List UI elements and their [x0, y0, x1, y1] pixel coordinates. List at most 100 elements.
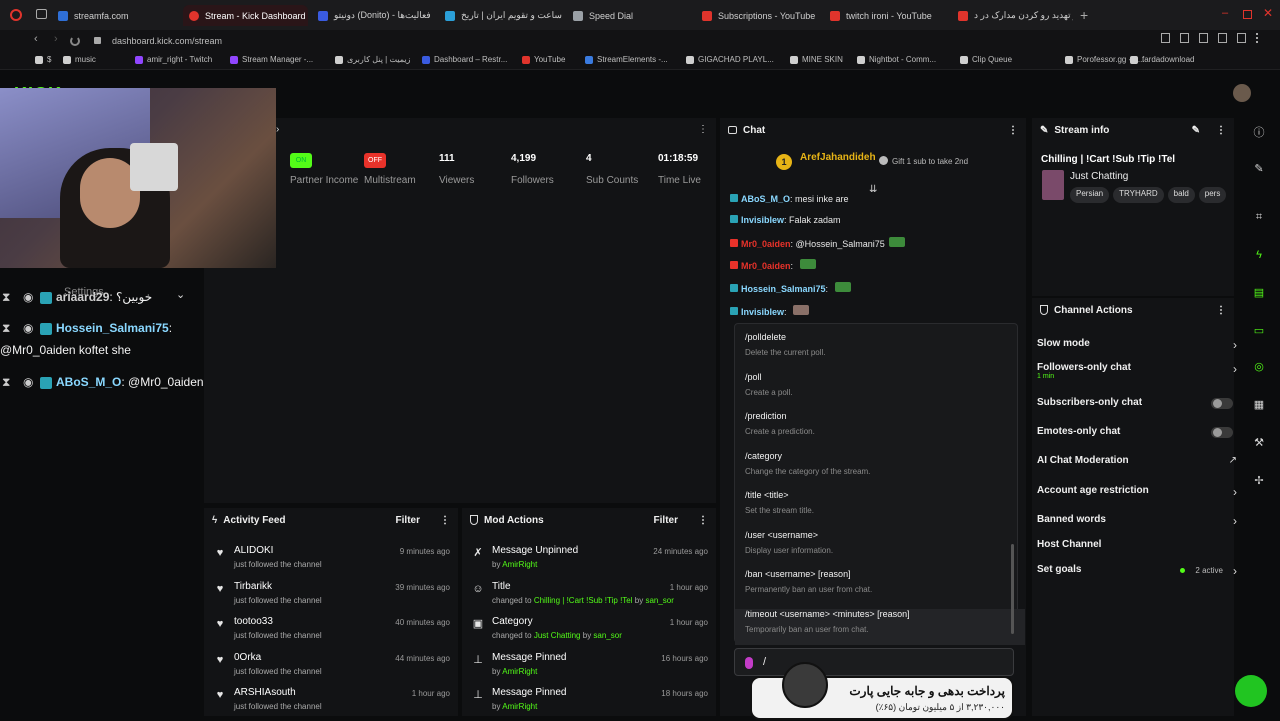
- command-option[interactable]: /polldelete Delete the current poll.: [735, 332, 1025, 368]
- bookmark-item[interactable]: MINE SKIN: [790, 55, 843, 64]
- tab-twitch-ironi[interactable]: twitch ironi - YouTube: [830, 5, 950, 26]
- chat-message[interactable]: Mr0_0aiden:: [730, 259, 816, 271]
- broadcast-icon[interactable]: ◎: [1250, 358, 1268, 376]
- back-icon[interactable]: ‹: [34, 33, 38, 45]
- channel-action-4[interactable]: AI Chat Moderation ↗: [1037, 455, 1237, 475]
- bookmark-item[interactable]: $: [35, 55, 51, 64]
- chevron-right-icon[interactable]: ›: [1233, 564, 1237, 578]
- list-item[interactable]: ♥ ARSHIAsouth just followed the channel 1 h…: [208, 687, 458, 721]
- channel-action-6[interactable]: Banned words ›: [1037, 514, 1237, 534]
- chat-input-text[interactable]: /: [763, 656, 766, 668]
- activity-filter-button[interactable]: Filter: [396, 515, 420, 526]
- kebab-menu-icon[interactable]: ⋮: [440, 515, 450, 526]
- external-link-icon[interactable]: ↗: [1229, 455, 1237, 466]
- overlay-chevron-icon[interactable]: ⌄: [176, 288, 185, 301]
- list-item[interactable]: ☺ Title changed to Chilling | !Cart !Sub !…: [466, 581, 716, 615]
- collapse-icon[interactable]: ›: [276, 124, 279, 135]
- pinned-leaderboard[interactable]: 1 ArefJahandideh Gift 1 sub to take 2nd: [776, 152, 1016, 182]
- bookmark-item[interactable]: Clip Queue: [960, 55, 1012, 64]
- new-tab-plus-icon[interactable]: +: [1080, 7, 1088, 23]
- emote-icon[interactable]: [745, 657, 753, 669]
- channel-action-5[interactable]: Account age restriction ›: [1037, 485, 1237, 505]
- scrollbar[interactable]: [1011, 544, 1014, 634]
- bookmark-item[interactable]: YouTube: [522, 55, 565, 64]
- command-option[interactable]: /timeout <username> <minutes> [reason] Te…: [735, 608, 1025, 645]
- chevron-right-icon[interactable]: ›: [1233, 514, 1237, 528]
- tab-streamfa[interactable]: streamfa.com: [58, 5, 178, 26]
- chat-message[interactable]: Invisiblew:: [730, 305, 810, 317]
- menu-dots-icon[interactable]: [1256, 33, 1260, 43]
- command-option[interactable]: /ban <username> [reason] Permanently ban …: [735, 569, 1025, 605]
- bookmark-item[interactable]: fardadownload: [1130, 55, 1194, 64]
- bookmark-item[interactable]: amir_right - Twitch: [135, 55, 212, 64]
- list-item[interactable]: ✗ Message Unpinned by AmirRight 24 minutes …: [466, 545, 716, 579]
- pinned-user[interactable]: ArefJahandideh: [800, 152, 876, 163]
- channel-action-3[interactable]: Emotes-only chat: [1037, 426, 1237, 446]
- tag-chip[interactable]: bald: [1167, 187, 1195, 203]
- tab-kick-dashboard[interactable]: Stream - Kick Dashboard: [183, 5, 308, 26]
- chevron-right-icon[interactable]: ›: [1233, 485, 1237, 499]
- chat-username[interactable]: Mr0_0aiden: [741, 261, 791, 271]
- crop-icon[interactable]: ⌗: [1250, 208, 1268, 226]
- kebab-menu-icon[interactable]: ⋮: [1008, 125, 1018, 136]
- tag-chip[interactable]: pers: [1198, 187, 1227, 203]
- help-bubble-icon[interactable]: [1235, 675, 1267, 707]
- tabs-overview-icon[interactable]: [36, 9, 47, 19]
- wrench-icon[interactable]: ⚒: [1250, 434, 1268, 452]
- list-item[interactable]: ⊥ Message Pinned by AmirRight 18 hours ago: [466, 687, 716, 721]
- category-name[interactable]: Just Chatting: [1070, 171, 1128, 182]
- tab-time-ir[interactable]: ساعت و تقویم ایران | تاریخ: [445, 5, 565, 26]
- timeout-icon[interactable]: ⧗: [2, 321, 11, 336]
- toggle-switch[interactable]: [1211, 427, 1233, 438]
- tag-chip[interactable]: TRYHARD: [1113, 187, 1164, 203]
- player-icon[interactable]: [1199, 33, 1208, 43]
- channel-action-7[interactable]: Host Channel: [1037, 539, 1237, 559]
- mod-filter-button[interactable]: Filter: [654, 515, 678, 526]
- command-option[interactable]: /poll Create a poll.: [735, 372, 1025, 408]
- browser-menu-icon[interactable]: [10, 9, 22, 21]
- chat-message[interactable]: Mr0_0aiden: @Hossein_Salmani75: [730, 237, 905, 249]
- maximize-icon[interactable]: [1243, 10, 1252, 19]
- list-item[interactable]: ♥ ALIDOKI just followed the channel 9 minut…: [208, 545, 458, 579]
- bookmark-item[interactable]: Dashboard – Restr...: [422, 55, 507, 64]
- pencil-icon[interactable]: ✎: [1250, 160, 1268, 178]
- close-window-icon[interactable]: ✕: [1263, 6, 1273, 20]
- bookmark-item[interactable]: زیمیت | پنل کاربری: [335, 55, 410, 64]
- command-option[interactable]: /title <title> Set the stream title.: [735, 490, 1025, 526]
- list-item[interactable]: ♥ tootoo33 just followed the channel 40 min…: [208, 616, 458, 650]
- download-icon[interactable]: [1218, 33, 1227, 43]
- list-item[interactable]: ♥ Tirbarikk just followed the channel 39 mi…: [208, 581, 458, 615]
- chat-message[interactable]: Invisiblew: Falak zadam: [730, 215, 841, 225]
- chat-username[interactable]: Invisiblew: [741, 215, 784, 225]
- command-option[interactable]: /category Change the category of the stre…: [735, 451, 1025, 487]
- screenshot-icon[interactable]: [1180, 33, 1189, 43]
- document-icon[interactable]: ▤: [1250, 284, 1268, 302]
- minimize-icon[interactable]: –: [1222, 7, 1228, 19]
- timeout-icon[interactable]: ⧗: [2, 290, 11, 305]
- chat-message[interactable]: Hossein_Salmani75:: [730, 282, 851, 294]
- kebab-menu-icon[interactable]: ⋮: [1216, 125, 1226, 136]
- channel-action-8[interactable]: Set goals › 2 active: [1037, 564, 1237, 584]
- tab-speed-dial[interactable]: Speed Dial: [573, 5, 693, 26]
- bookmark-item[interactable]: GIGACHAD PLAYL...: [686, 55, 774, 64]
- bookmark-item[interactable]: StreamElements -...: [585, 55, 668, 64]
- panel-menu-icon[interactable]: ⋮: [698, 124, 708, 135]
- status-badge[interactable]: ON: [290, 153, 312, 168]
- tab-youtube-video[interactable]: از تهدید رو کردن مدارک در د...: [958, 5, 1073, 26]
- user-avatar[interactable]: [1233, 84, 1251, 102]
- tag-chip[interactable]: Persian: [1070, 187, 1110, 203]
- toggle-switch[interactable]: [1211, 398, 1233, 409]
- extensions-icon[interactable]: [1237, 33, 1246, 43]
- chat-icon[interactable]: ▭: [1250, 322, 1268, 340]
- list-item[interactable]: ⊥ Message Pinned by AmirRight 16 hours ago: [466, 652, 716, 686]
- timeout-icon[interactable]: ⧗: [2, 375, 11, 390]
- kebab-menu-icon[interactable]: ⋮: [1216, 305, 1226, 316]
- stack-icon[interactable]: ▦: [1250, 396, 1268, 414]
- tab-donito[interactable]: دونیتو (Donito) - فعالیت‌ها: [318, 5, 438, 26]
- chat-username[interactable]: ABoS_M_O: [741, 194, 790, 204]
- command-option[interactable]: /prediction Create a prediction.: [735, 411, 1025, 447]
- loading-icon[interactable]: [70, 36, 80, 46]
- chevron-right-icon[interactable]: ›: [1233, 338, 1237, 352]
- chat-message[interactable]: ABoS_M_O: mesi inke are: [730, 194, 849, 204]
- chevron-right-icon[interactable]: ›: [1233, 362, 1237, 376]
